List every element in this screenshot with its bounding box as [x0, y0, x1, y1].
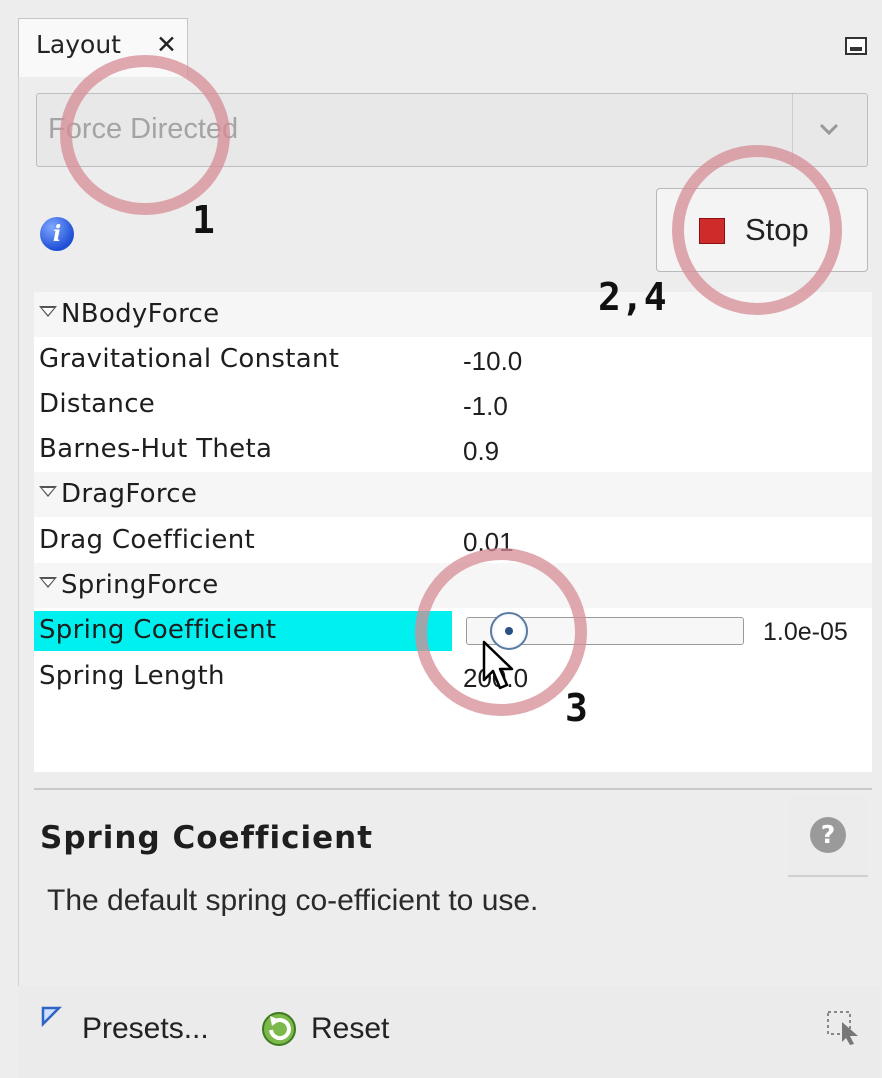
property-value[interactable]: -1.0 — [463, 391, 508, 422]
property-label: Spring Coefficient — [39, 615, 277, 645]
description-text: The default spring co-efficient to use. — [47, 884, 539, 917]
reset-icon[interactable] — [258, 1008, 300, 1050]
chevron-down-icon[interactable] — [818, 118, 840, 140]
mouse-pointer-icon — [482, 640, 514, 690]
category-label: NBodyForce — [39, 299, 219, 329]
property-label: Barnes-Hut Theta — [39, 434, 273, 464]
minimize-icon[interactable] — [845, 37, 867, 55]
spring-coefficient-value: 1.0e-05 — [763, 618, 848, 646]
expand-triangle-icon[interactable] — [39, 306, 57, 317]
description-divider — [34, 788, 872, 790]
presets-icon[interactable] — [40, 1005, 62, 1027]
property-label: Drag Coefficient — [39, 525, 255, 555]
category-nbodyforce-label: NBodyForce — [61, 299, 220, 329]
expand-triangle-icon[interactable] — [39, 577, 57, 588]
property-value[interactable]: -10.0 — [463, 346, 522, 377]
property-label: Gravitational Constant — [39, 344, 340, 374]
category-dragforce-label: DragForce — [61, 479, 198, 509]
property-label: Distance — [39, 389, 156, 419]
close-icon[interactable]: ✕ — [156, 30, 177, 59]
expand-triangle-icon[interactable] — [39, 486, 57, 497]
annotation-ring-2 — [672, 145, 842, 315]
annotation-step-1: 1 — [192, 198, 215, 242]
description-title: Spring Coefficient — [40, 820, 374, 856]
property-label: Spring Length — [39, 661, 225, 691]
info-icon[interactable]: i — [40, 217, 74, 251]
annotation-step-3: 3 — [565, 686, 588, 730]
property-row-distance[interactable]: Distance -1.0 — [34, 382, 872, 427]
annotation-ring-1 — [60, 55, 230, 215]
presets-button[interactable]: Presets... — [82, 1012, 209, 1046]
annotation-step-2-4: 2,4 — [598, 275, 667, 319]
category-springforce-label: SpringForce — [61, 570, 219, 600]
property-value[interactable]: 0.9 — [463, 436, 499, 467]
category-label: SpringForce — [39, 570, 219, 600]
property-row-gravitational-constant[interactable]: Gravitational Constant -10.0 — [34, 337, 872, 382]
category-dragforce[interactable]: DragForce — [34, 472, 872, 517]
reset-button[interactable]: Reset — [311, 1012, 389, 1046]
grip-icon[interactable] — [824, 1008, 864, 1048]
tab-title: Layout — [36, 30, 121, 59]
property-row-drag-coefficient[interactable]: Drag Coefficient 0.01 — [34, 518, 872, 563]
property-row-barnes-hut-theta[interactable]: Barnes-Hut Theta 0.9 — [34, 427, 872, 472]
category-label: DragForce — [39, 479, 197, 509]
help-icon[interactable]: ? — [810, 817, 846, 853]
